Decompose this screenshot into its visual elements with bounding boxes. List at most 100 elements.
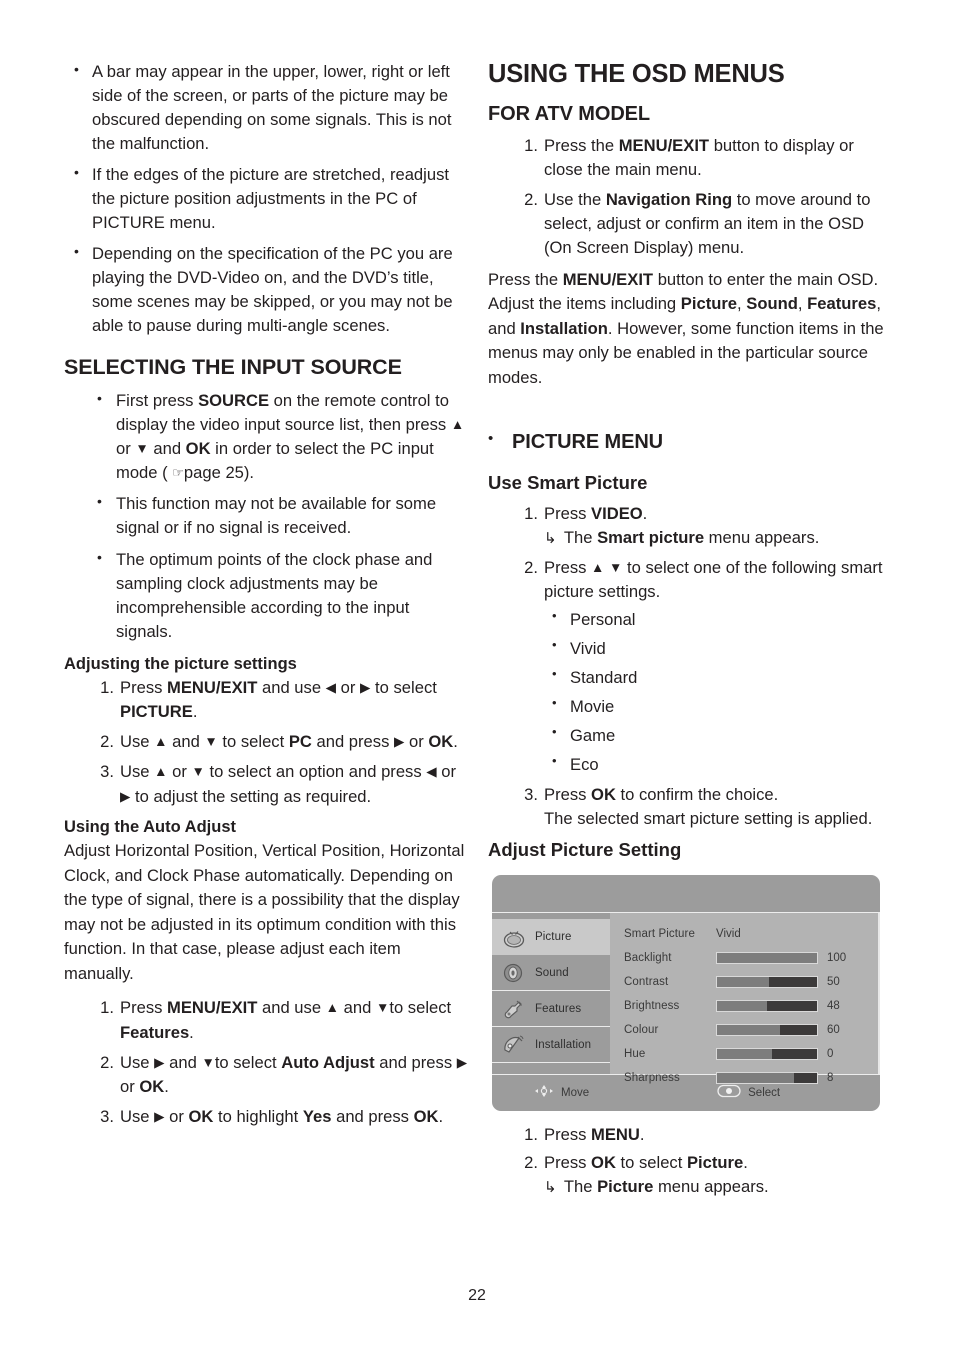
text-fragment: .	[642, 503, 648, 523]
keyword-menu-exit: MENU/EXIT	[618, 135, 710, 155]
osd-row-value: 0	[827, 1048, 834, 1061]
keyword-ok-2: OK	[413, 1106, 439, 1126]
list-item: Game	[544, 723, 888, 748]
osd-row-smart-picture[interactable]: Smart Picture Vivid	[624, 922, 878, 946]
list-item: Vivid	[544, 636, 888, 661]
arrow-down-icon: ▼	[135, 441, 149, 457]
page-number: 22	[468, 1287, 486, 1304]
auto-adjust-paragraph: Adjust Horizontal Position, Vertical Pos…	[64, 841, 465, 983]
osd-row-value: 48	[827, 1000, 840, 1013]
osd-sidebar-item-picture[interactable]: Picture	[492, 919, 610, 956]
auto-adjust-steps: Press MENU/EXIT and use ▲ and ▼to select…	[64, 996, 469, 1128]
result-line: The selected smart picture setting is ap…	[544, 809, 873, 829]
heading-adjusting-picture-settings: Adjusting the picture settings	[64, 654, 297, 673]
osd-row-brightness[interactable]: Brightness 48	[624, 994, 878, 1018]
left-column: A bar may appear in the upper, lower, ri…	[64, 59, 469, 1137]
text-fragment: Press	[120, 678, 168, 698]
osd-slider-fill	[717, 977, 769, 988]
osd-row-colour[interactable]: Colour 60	[624, 1018, 878, 1042]
osd-sidebar-item-sound[interactable]: Sound	[492, 955, 610, 992]
osd-row-backlight[interactable]: Backlight 100	[624, 946, 878, 970]
text-fragment: Use	[120, 732, 155, 752]
heading-for-atv-model: FOR ATV MODEL	[488, 102, 651, 125]
text-fragment: ,	[797, 294, 808, 314]
keyword-smart-picture: Smart picture	[597, 527, 705, 547]
text-fragment: menu appears.	[704, 527, 820, 547]
list-item: Movie	[544, 694, 888, 719]
keyword-auto-adjust: Auto Adjust	[281, 1052, 375, 1072]
text-fragment: .	[438, 1106, 444, 1126]
heading-using-auto-adjust: Using the Auto Adjust	[64, 817, 237, 836]
osd-footer-move[interactable]: Move	[534, 1084, 589, 1101]
text-fragment: .	[189, 1022, 194, 1042]
osd-row-label: Contrast	[624, 976, 669, 989]
hook-arrow-icon: ↳	[544, 1178, 557, 1196]
text-fragment: and	[148, 439, 186, 459]
keyword-features: Features	[120, 1022, 190, 1042]
text-fragment: Use	[120, 1052, 155, 1072]
text-fragment: or	[167, 762, 192, 782]
list-item: Press MENU/EXIT and use ▲ and ▼to select…	[64, 996, 469, 1044]
osd-row-contrast[interactable]: Contrast 50	[624, 970, 878, 994]
osd-intro-paragraph: Press the MENU/EXIT button to enter the …	[488, 268, 888, 391]
page-reference: page 25).	[183, 463, 255, 483]
keyword-ok: OK	[185, 439, 211, 459]
osd-sidebar-item-features[interactable]: Features	[492, 991, 610, 1028]
text-fragment: to select	[389, 998, 452, 1018]
osd-slider[interactable]	[716, 1072, 818, 1085]
keyword-menu: MENU	[591, 1125, 640, 1145]
text-fragment: .	[639, 1125, 645, 1145]
arrow-left-icon: ◀	[325, 680, 337, 696]
keyword-ok: OK	[591, 785, 616, 805]
osd-sidebar-label: Sound	[535, 966, 569, 979]
arrow-right-icon: ▶	[154, 1054, 165, 1070]
list-item: Use ▲ or ▼ to select an option and press…	[64, 760, 469, 808]
arrow-right-icon: ▶	[393, 734, 405, 750]
arrow-down-icon: ▼	[201, 1054, 215, 1070]
keyword-navigation-ring: Navigation Ring	[605, 189, 733, 209]
osd-sidebar-label: Picture	[535, 930, 572, 943]
osd-settings-panel: Smart Picture Vivid Backlight 100 Contra…	[610, 913, 880, 1085]
list-item: Press VIDEO. ↳ The Smart picture menu ap…	[488, 502, 888, 550]
heading-selecting-input-source: SELECTING THE INPUT SOURCE	[64, 354, 402, 379]
list-item: Use ▶ or OK to highlight Yes and press O…	[64, 1105, 469, 1129]
text-fragment: and use	[257, 678, 326, 698]
osd-slider[interactable]	[716, 976, 818, 989]
osd-slider[interactable]	[716, 952, 818, 965]
text-fragment: to adjust the setting as required.	[130, 786, 372, 806]
osd-sidebar-label: Features	[535, 1002, 582, 1015]
osd-row-hue[interactable]: Hue 0	[624, 1042, 878, 1066]
bullet-dot-icon: •	[488, 429, 494, 447]
osd-sidebar-item-installation[interactable]: Installation	[492, 1027, 610, 1064]
keyword-ok: OK	[139, 1076, 165, 1096]
text-fragment: Use	[120, 1106, 155, 1126]
osd-row-label: Backlight	[624, 952, 672, 965]
text-fragment: First press	[116, 391, 199, 411]
osd-row-sharpness[interactable]: Sharpness 8	[624, 1066, 878, 1090]
osd-row-label: Brightness	[624, 1000, 680, 1013]
satellite-dish-icon	[501, 1033, 527, 1057]
text-fragment: to highlight	[213, 1106, 303, 1126]
smart-picture-settings-list: Personal Vivid Standard Movie Game Eco	[544, 607, 888, 777]
arrow-up-icon: ▲	[154, 734, 168, 750]
osd-slider[interactable]	[716, 1000, 818, 1013]
osd-slider[interactable]	[716, 1048, 818, 1061]
adjust-picture-setting-steps: Press MENU. Press OK to select Picture. …	[488, 1123, 888, 1198]
text-fragment: and press	[311, 732, 394, 752]
text-fragment: and	[167, 732, 205, 752]
text-fragment: or	[120, 1076, 140, 1096]
arrow-up-icon: ▲	[325, 1000, 340, 1016]
osd-slider[interactable]	[716, 1024, 818, 1037]
arrow-right-icon: ▶	[154, 1108, 165, 1124]
text-fragment: Press the	[544, 135, 619, 155]
text-fragment: .	[743, 1152, 748, 1172]
text-fragment: and press	[374, 1052, 457, 1072]
text-fragment: or	[404, 732, 429, 752]
pointing-hand-icon: ☞	[172, 465, 184, 481]
text-fragment: and use	[257, 998, 326, 1018]
keyword-pc: PC	[288, 732, 312, 752]
text-fragment: to select	[370, 678, 437, 698]
navigation-ring-icon	[534, 1084, 554, 1101]
page-title: USING THE OSD MENUS	[488, 60, 785, 88]
text-fragment: ,	[737, 294, 747, 314]
